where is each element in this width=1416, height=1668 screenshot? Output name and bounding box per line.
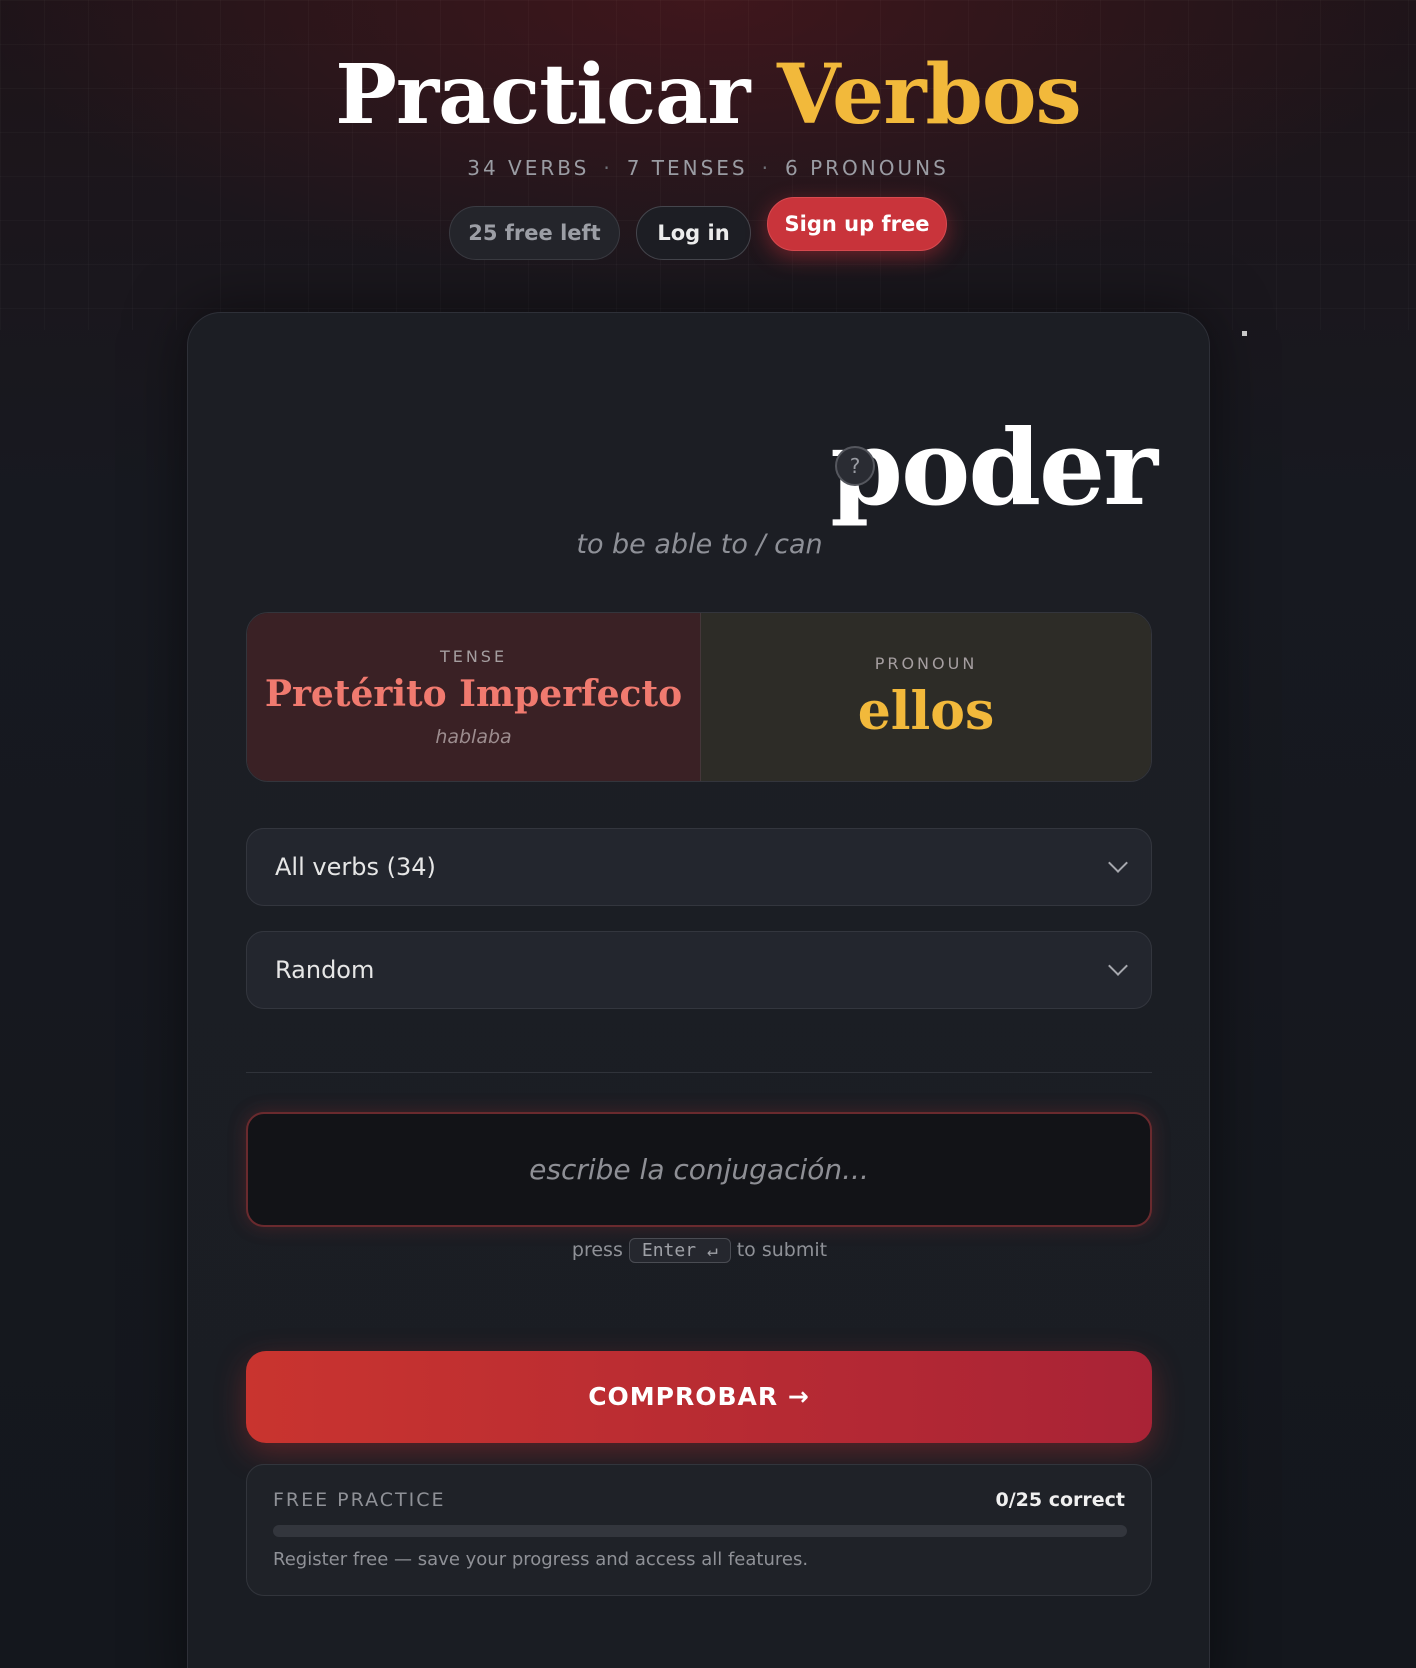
- signup-button[interactable]: Sign up free: [767, 197, 947, 251]
- verb-meaning: to be able to / can: [576, 529, 823, 560]
- pronoun-panel: PRONOUN ellos: [700, 613, 1151, 781]
- check-button[interactable]: COMPROBAR →: [246, 1351, 1152, 1443]
- verb-infinitive: poder: [830, 406, 1158, 529]
- answer-input[interactable]: [246, 1112, 1152, 1227]
- tense-name: Pretérito Imperfecto: [264, 673, 683, 715]
- tense-panel: TENSE Pretérito Imperfecto hablaba: [247, 613, 700, 781]
- divider: [246, 1072, 1152, 1073]
- chevron-down-icon: [1108, 956, 1128, 976]
- corner-marker: [1242, 331, 1247, 336]
- title-accent: Verbos: [777, 47, 1082, 143]
- progress-bar: [273, 1525, 1127, 1537]
- order-value: Random: [275, 956, 375, 984]
- progress-panel: FREE PRACTICE 0/25 correct Register free…: [246, 1464, 1152, 1596]
- verb-set-select[interactable]: All verbs (34): [246, 828, 1152, 906]
- submit-hint: press Enter ↵ to submit: [188, 1238, 1211, 1263]
- title-main: Practicar: [335, 47, 778, 143]
- stats-line: 34 VERBS · 7 TENSES · 6 PRONOUNS: [0, 156, 1416, 180]
- stat-tenses: 7 TENSES: [626, 156, 748, 180]
- pronoun-name: ellos: [857, 681, 995, 742]
- stat-separator: ·: [761, 156, 771, 180]
- practice-card: poder ? to be able to / can TENSE Pretér…: [187, 312, 1210, 1668]
- progress-label: FREE PRACTICE: [273, 1489, 446, 1511]
- verb-set-value: All verbs (34): [275, 853, 436, 881]
- login-button[interactable]: Log in: [636, 206, 751, 260]
- order-select[interactable]: Random: [246, 931, 1152, 1009]
- tense-label: TENSE: [439, 647, 508, 666]
- stat-separator: ·: [603, 156, 613, 180]
- stat-pronouns: 6 PRONOUNS: [784, 156, 949, 180]
- help-icon[interactable]: ?: [835, 446, 875, 486]
- page-header: Practicar Verbos 34 VERBS · 7 TENSES · 6 PRO…: [0, 0, 1416, 300]
- pronoun-label: PRONOUN: [874, 654, 978, 673]
- enter-key-hint: Enter ↵: [628, 1238, 731, 1263]
- chevron-down-icon: [1108, 853, 1128, 873]
- hint-before: press: [571, 1239, 623, 1261]
- tense-pronoun-panel: TENSE Pretérito Imperfecto hablaba PRONO…: [246, 612, 1152, 782]
- progress-count: 0/25 correct: [995, 1489, 1125, 1511]
- free-left-badge: 25 free left: [449, 206, 620, 260]
- tense-example: hablaba: [435, 726, 512, 748]
- page-title: Practicar Verbos: [0, 40, 1416, 150]
- register-note: Register free — save your progress and a…: [273, 1549, 809, 1570]
- verb-row: poder: [188, 403, 1211, 533]
- stat-verbs: 34 VERBS: [467, 156, 590, 180]
- hint-after: to submit: [736, 1239, 828, 1261]
